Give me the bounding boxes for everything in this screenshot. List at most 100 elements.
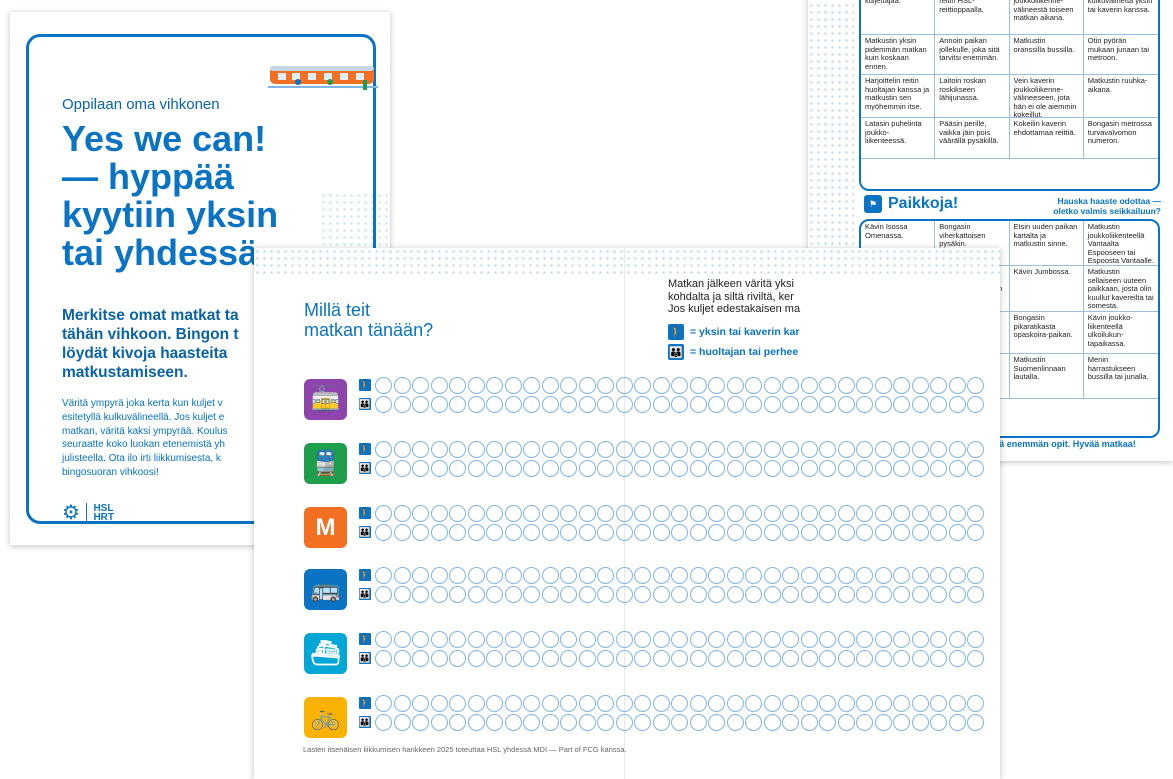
trip-circle[interactable] (652, 631, 670, 648)
trip-circle[interactable] (467, 714, 485, 731)
trip-circle[interactable] (874, 586, 892, 603)
trip-circle[interactable] (948, 377, 966, 394)
trip-circle[interactable] (967, 524, 984, 541)
trip-circle[interactable] (449, 650, 466, 667)
trip-circle[interactable] (430, 377, 448, 394)
trip-circle[interactable] (967, 567, 984, 584)
trip-circle[interactable] (930, 650, 947, 667)
trip-circle[interactable] (597, 396, 614, 413)
trip-circle[interactable] (467, 441, 485, 458)
trip-circle[interactable] (819, 714, 836, 731)
trip-circle[interactable] (726, 377, 744, 394)
trip-circle[interactable] (837, 396, 855, 413)
trip-circle[interactable] (726, 586, 744, 603)
trip-circle[interactable] (486, 396, 503, 413)
trip-circle[interactable] (560, 631, 577, 648)
trip-circle[interactable] (652, 586, 670, 603)
trip-circle[interactable] (504, 377, 522, 394)
trip-circle[interactable] (671, 650, 688, 667)
trip-circle[interactable] (726, 650, 744, 667)
trip-circle[interactable] (615, 396, 633, 413)
trip-circle[interactable] (726, 631, 744, 648)
trip-circle[interactable] (504, 631, 522, 648)
trip-circle[interactable] (375, 586, 392, 603)
trip-circle[interactable] (634, 695, 651, 712)
trip-circle[interactable] (597, 695, 614, 712)
trip-circle[interactable] (615, 714, 633, 731)
trip-circle[interactable] (375, 505, 392, 522)
trip-circle[interactable] (856, 505, 873, 522)
trip-circle[interactable] (652, 396, 670, 413)
trip-circle[interactable] (948, 650, 966, 667)
trip-circle[interactable] (449, 441, 466, 458)
trip-circle[interactable] (856, 631, 873, 648)
trip-circle[interactable] (597, 714, 614, 731)
trip-circle[interactable] (893, 460, 910, 477)
trip-circle[interactable] (782, 377, 799, 394)
trip-circle[interactable] (467, 567, 485, 584)
trip-circle[interactable] (578, 567, 596, 584)
trip-circle[interactable] (523, 567, 540, 584)
trip-circle[interactable] (726, 695, 744, 712)
trip-circle[interactable] (874, 396, 892, 413)
trip-circle[interactable] (615, 377, 633, 394)
trip-circle[interactable] (911, 567, 929, 584)
trip-circle[interactable] (652, 505, 670, 522)
trip-circle[interactable] (763, 714, 781, 731)
trip-circle[interactable] (689, 396, 707, 413)
trip-circle[interactable] (578, 441, 596, 458)
trip-circle[interactable] (893, 714, 910, 731)
trip-circle[interactable] (893, 441, 910, 458)
trip-circle[interactable] (375, 377, 392, 394)
trip-circle[interactable] (671, 714, 688, 731)
trip-circle[interactable] (541, 631, 559, 648)
trip-circle[interactable] (837, 505, 855, 522)
trip-circle[interactable] (967, 441, 984, 458)
trip-circle[interactable] (763, 441, 781, 458)
trip-circle[interactable] (375, 567, 392, 584)
trip-circle[interactable] (467, 631, 485, 648)
trip-circle[interactable] (930, 377, 947, 394)
trip-circle[interactable] (486, 377, 503, 394)
trip-circle[interactable] (634, 460, 651, 477)
trip-circle[interactable] (967, 505, 984, 522)
trip-circle[interactable] (800, 377, 818, 394)
trip-circle[interactable] (486, 460, 503, 477)
trip-circle[interactable] (560, 714, 577, 731)
trip-circle[interactable] (874, 695, 892, 712)
trip-circle[interactable] (763, 586, 781, 603)
trip-circle[interactable] (486, 441, 503, 458)
trip-circle[interactable] (837, 631, 855, 648)
trip-circle[interactable] (393, 505, 411, 522)
trip-circle[interactable] (504, 714, 522, 731)
trip-circle[interactable] (615, 567, 633, 584)
trip-circle[interactable] (393, 695, 411, 712)
trip-circle[interactable] (504, 441, 522, 458)
trip-circle[interactable] (578, 460, 596, 477)
trip-circle[interactable] (634, 396, 651, 413)
trip-circle[interactable] (375, 396, 392, 413)
trip-circle[interactable] (708, 524, 725, 541)
trip-circle[interactable] (541, 441, 559, 458)
trip-circle[interactable] (597, 441, 614, 458)
trip-circle[interactable] (874, 631, 892, 648)
trip-circle[interactable] (467, 695, 485, 712)
trip-circle[interactable] (726, 524, 744, 541)
trip-circle[interactable] (874, 714, 892, 731)
trip-circle[interactable] (967, 460, 984, 477)
trip-circle[interactable] (375, 524, 392, 541)
trip-circle[interactable] (430, 695, 448, 712)
trip-circle[interactable] (393, 650, 411, 667)
trip-circle[interactable] (393, 441, 411, 458)
trip-circle[interactable] (856, 714, 873, 731)
trip-circle[interactable] (504, 524, 522, 541)
trip-circle[interactable] (393, 586, 411, 603)
trip-circle[interactable] (745, 695, 762, 712)
trip-circle[interactable] (430, 714, 448, 731)
trip-circle[interactable] (430, 441, 448, 458)
trip-circle[interactable] (708, 396, 725, 413)
trip-circle[interactable] (560, 460, 577, 477)
trip-circle[interactable] (819, 695, 836, 712)
trip-circle[interactable] (634, 524, 651, 541)
trip-circle[interactable] (837, 524, 855, 541)
